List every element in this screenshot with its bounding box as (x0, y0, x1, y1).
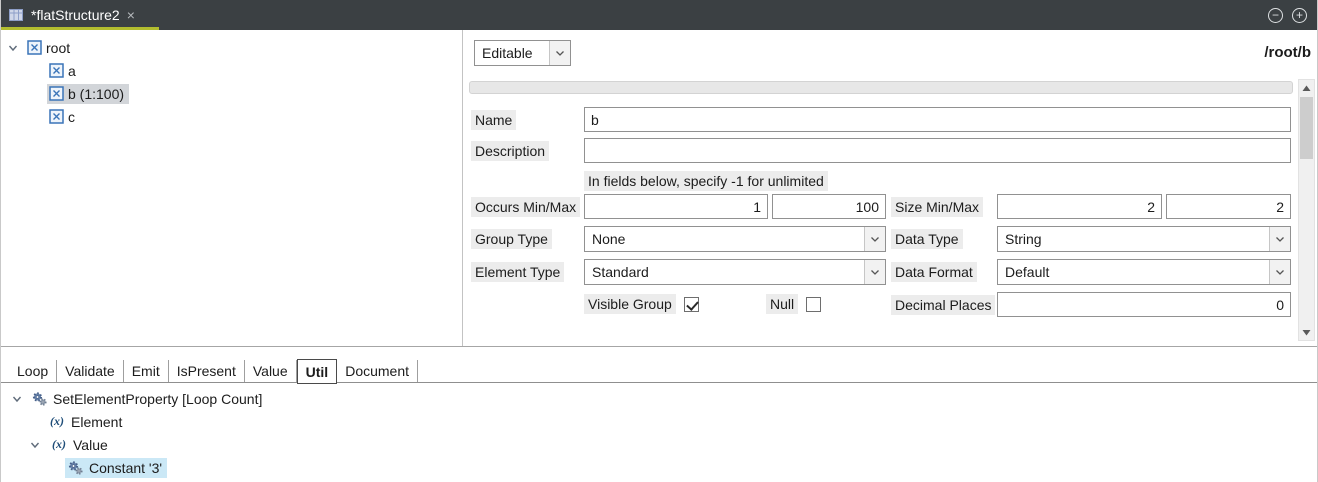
editor-tab-flatstructure2[interactable]: *flatStructure2 × (1, 0, 147, 30)
unlimited-hint-text: In fields below, specify -1 for unlimite… (584, 171, 828, 191)
name-label: Name (471, 110, 516, 130)
tab-validate[interactable]: Validate (57, 360, 124, 382)
function-node-label: Constant '3' (89, 460, 162, 476)
chevron-down-icon (864, 260, 885, 284)
element-argument-node[interactable]: (x) Element (1, 410, 1317, 433)
function-tabs: Loop Validate Emit IsPresent Value Util … (1, 360, 1317, 383)
chevron-down-icon[interactable] (11, 393, 23, 405)
function-node-label: Value (73, 437, 108, 453)
setelementproperty-node[interactable]: SetElementProperty [Loop Count] (1, 387, 1317, 410)
value-argument-node[interactable]: (x) Value (1, 433, 1317, 456)
mode-dropdown-value: Editable (475, 41, 549, 65)
size-min-input[interactable] (997, 194, 1162, 219)
tree-item-b[interactable]: b (1:100) (1, 82, 462, 105)
element-path: /root/b (1264, 44, 1311, 61)
tree-item-label: c (68, 109, 75, 125)
mode-dropdown[interactable]: Editable (474, 40, 571, 66)
function-tree: SetElementProperty [Loop Count] (x) Elem… (1, 387, 1317, 479)
occurs-minmax-label: Occurs Min/Max (471, 197, 580, 217)
null-label: Null (766, 294, 798, 314)
name-input[interactable] (584, 107, 1291, 132)
visible-group-label: Visible Group (584, 294, 676, 314)
function-node-label: SetElementProperty [Loop Count] (53, 391, 262, 407)
visible-group-checkbox[interactable] (684, 297, 699, 312)
description-label: Description (471, 141, 549, 161)
element-type-label: Element Type (471, 262, 564, 282)
gears-icon (31, 391, 48, 407)
tree-item-a[interactable]: a (1, 59, 462, 82)
view-controls: − + (1268, 8, 1317, 23)
function-panel: Loop Validate Emit IsPresent Value Util … (1, 347, 1317, 482)
tab-emit[interactable]: Emit (124, 360, 169, 382)
data-format-value: Default (998, 260, 1269, 284)
properties-panel: Editable /root/b Name Description In fie… (464, 30, 1318, 346)
description-input[interactable] (584, 138, 1291, 163)
occurs-max-input[interactable] (772, 194, 886, 219)
element-type-dropdown[interactable]: Standard (584, 259, 886, 285)
chevron-down-icon[interactable] (7, 42, 19, 54)
tab-loop[interactable]: Loop (9, 360, 57, 382)
tree-item-c[interactable]: c (1, 105, 462, 128)
tree-item-root[interactable]: root (1, 36, 462, 59)
null-checkbox[interactable] (806, 297, 821, 312)
minimize-view-button[interactable]: − (1268, 8, 1283, 23)
tree-item-label: root (46, 40, 70, 56)
tree-item-label: b (1:100) (68, 86, 124, 102)
horizontal-scrollbar[interactable] (469, 81, 1293, 94)
occurs-min-input[interactable] (584, 194, 768, 219)
tab-close-icon[interactable]: × (127, 8, 135, 22)
element-icon (49, 109, 64, 124)
element-icon (49, 86, 64, 101)
data-type-dropdown[interactable]: String (997, 226, 1291, 252)
scroll-down-button[interactable] (1299, 324, 1314, 340)
tree-item-label: a (68, 63, 76, 79)
chevron-down-icon (864, 227, 885, 251)
scroll-up-button[interactable] (1299, 80, 1314, 96)
application-window: *flatStructure2 × − + root (0, 0, 1318, 482)
element-icon (27, 40, 42, 55)
vertical-scrollbar[interactable] (1298, 79, 1315, 341)
constant-node[interactable]: Constant '3' (1, 456, 1317, 479)
chevron-down-icon[interactable] (29, 439, 41, 451)
main-area: root a b (1:100) (1, 30, 1318, 347)
group-type-value: None (585, 227, 864, 251)
editor-tab-bar: *flatStructure2 × − + (1, 0, 1317, 30)
tab-ispresent[interactable]: IsPresent (169, 360, 245, 382)
data-format-label: Data Format (891, 262, 977, 282)
chevron-down-icon (1269, 227, 1290, 251)
size-max-input[interactable] (1166, 194, 1291, 219)
tab-util[interactable]: Util (297, 359, 338, 384)
data-format-dropdown[interactable]: Default (997, 259, 1291, 285)
null-field: Null (766, 294, 821, 314)
size-minmax-label: Size Min/Max (891, 197, 983, 217)
decimal-places-label: Decimal Places (891, 295, 995, 315)
structure-tree-panel: root a b (1:100) (1, 30, 463, 346)
visible-group-field: Visible Group (584, 294, 699, 314)
group-type-dropdown[interactable]: None (584, 226, 886, 252)
tab-document[interactable]: Document (337, 360, 418, 382)
chevron-down-icon (549, 41, 570, 65)
chevron-down-icon (1269, 260, 1290, 284)
tab-title: *flatStructure2 (31, 7, 120, 23)
function-icon: (x) (47, 414, 67, 429)
function-icon: (x) (49, 437, 69, 452)
decimal-places-input[interactable] (997, 292, 1291, 317)
element-icon (49, 63, 64, 78)
tab-value[interactable]: Value (245, 360, 297, 382)
scrollbar-thumb[interactable] (1300, 97, 1313, 159)
data-type-value: String (998, 227, 1269, 251)
gears-icon (67, 460, 84, 476)
group-type-label: Group Type (471, 229, 552, 249)
maximize-view-button[interactable]: + (1292, 8, 1307, 23)
element-type-value: Standard (585, 260, 864, 284)
data-type-label: Data Type (891, 229, 963, 249)
structure-file-icon (8, 7, 24, 23)
function-node-label: Element (71, 414, 122, 430)
